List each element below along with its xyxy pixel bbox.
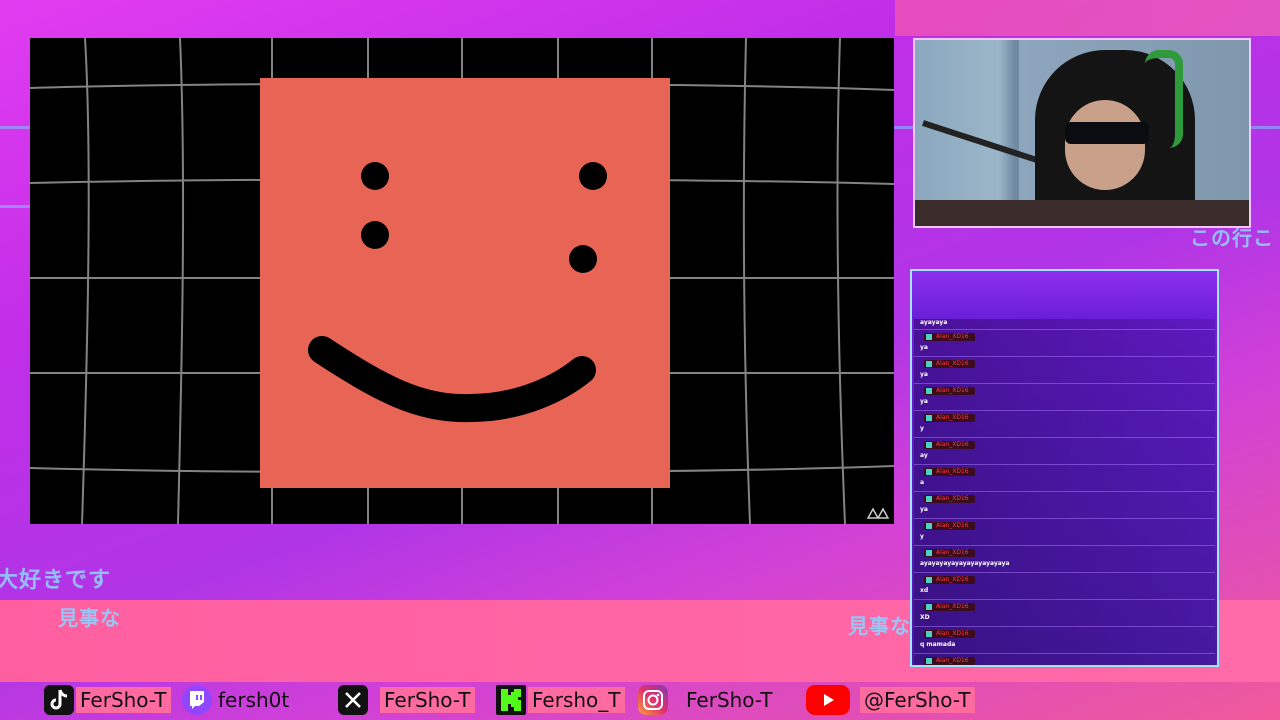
chat-message-text: q mamada <box>920 641 956 648</box>
social-label: fersh0t <box>218 688 290 712</box>
social-label: FerSho-T <box>76 687 171 713</box>
social-label: FerSho-T <box>380 687 475 713</box>
chat-header <box>912 271 1217 319</box>
chat-message: Alan_XD16720 <box>914 654 1215 665</box>
social-label: FerSho-T <box>686 688 773 712</box>
youtube-icon <box>806 685 850 715</box>
social-label: @FerSho-T <box>860 687 975 713</box>
bg-japanese-text: 見事な <box>58 606 121 630</box>
social-instagram[interactable]: FerSho-T <box>638 680 777 720</box>
chat-username[interactable]: Alan_XD16 <box>924 603 975 611</box>
chat-message-text: ayayaya <box>920 319 948 326</box>
chat-list[interactable]: Alan_XD16 ya Alan_XD16 ya Alan_XD16 ya Alan_XD… <box>912 330 1217 665</box>
chat-message-text: ya <box>920 506 928 513</box>
social-youtube[interactable]: @FerSho-T <box>806 680 975 720</box>
bg-japanese-text: 大好きです <box>0 568 112 593</box>
social-twitch[interactable]: fersh0t <box>182 680 293 720</box>
desk <box>915 200 1249 226</box>
bg-japanese-text: 見事な <box>848 614 911 638</box>
chat-username[interactable]: Alan_XD16 <box>924 387 975 395</box>
chat-message-text: y <box>920 533 924 540</box>
chat-message: Alan_XD16ya <box>914 330 1215 357</box>
chat-message: Alan_XD16a <box>914 465 1215 492</box>
chat-username[interactable]: Alan_XD16 <box>924 576 975 584</box>
chat-message: Alan_XD16ya <box>914 357 1215 384</box>
chat-message-text: ya <box>920 398 928 405</box>
social-tiktok[interactable]: FerSho-T <box>44 680 171 720</box>
smiley-face-icon <box>308 162 607 423</box>
chat-message-text: XD <box>920 614 930 621</box>
chat-username[interactable]: Alan_XD16 <box>924 441 975 449</box>
chat-message-text: ay <box>920 452 928 459</box>
social-kick[interactable]: Fersho_T <box>496 680 625 720</box>
twitch-icon <box>182 685 212 715</box>
chat-username[interactable]: Alan_XD16 <box>924 630 975 638</box>
chat-message-text: ya <box>920 344 928 351</box>
chat-username[interactable]: Alan_XD16 <box>924 468 975 476</box>
chat-username[interactable]: Alan_XD16 <box>924 414 975 422</box>
headset <box>1145 50 1183 148</box>
sunglasses <box>1065 122 1149 144</box>
chat-username[interactable]: Alan_XD16 <box>924 549 975 557</box>
watermark-logo-icon <box>866 507 890 519</box>
chat-message-text: ayayayayayayayayayayaya <box>920 560 1010 567</box>
chat-message: Alan_XD16ya <box>914 492 1215 519</box>
tiktok-icon <box>44 685 74 715</box>
smiley-square <box>260 78 670 488</box>
chat-message-text: a <box>920 479 925 486</box>
chat-message-text: xd <box>920 587 929 594</box>
chat-message: Alan_XD16 ayayayayayayayayayayaya <box>914 546 1215 573</box>
social-x[interactable]: FerSho-T <box>338 680 475 720</box>
chat-username[interactable]: Alan_XD16 <box>924 657 975 665</box>
social-label: Fersho_T <box>528 687 625 713</box>
social-bar: FerSho-T fersh0t FerSho-T Fersho_T FerSh… <box>0 680 1280 720</box>
instagram-icon <box>638 685 668 715</box>
chat-message: ayayaya <box>914 319 1215 330</box>
x-icon <box>338 685 368 715</box>
chat-username[interactable]: Alan_XD16 <box>924 333 975 341</box>
streamer-face <box>1065 100 1145 190</box>
chat-username[interactable]: Alan_XD16 <box>924 522 975 530</box>
webcam-feed <box>913 38 1251 228</box>
chat-username[interactable]: Alan_XD16 <box>924 360 975 368</box>
chat-message: Alan_XD16ay <box>914 438 1215 465</box>
chat-message: Alan_XD16ya <box>914 384 1215 411</box>
chat-message-text: y <box>920 425 924 432</box>
chat-message: Alan_XD16 y <box>914 519 1215 546</box>
kick-icon <box>496 685 526 715</box>
chat-message: Alan_XD16xd <box>914 573 1215 600</box>
chat-panel[interactable]: ayayaya Alan_XD16 ya Alan_XD16 ya Alan_XD16 y… <box>910 269 1219 667</box>
chat-message: Alan_XD16 y <box>914 411 1215 438</box>
chat-message: Alan_XD16 XD <box>914 600 1215 627</box>
chat-message-text: ya <box>920 371 928 378</box>
bg-pink-band <box>895 0 1280 36</box>
game-capture[interactable] <box>30 38 894 524</box>
chat-username[interactable]: Alan_XD16 <box>924 495 975 503</box>
chat-message: Alan_XD16q mamada <box>914 627 1215 654</box>
